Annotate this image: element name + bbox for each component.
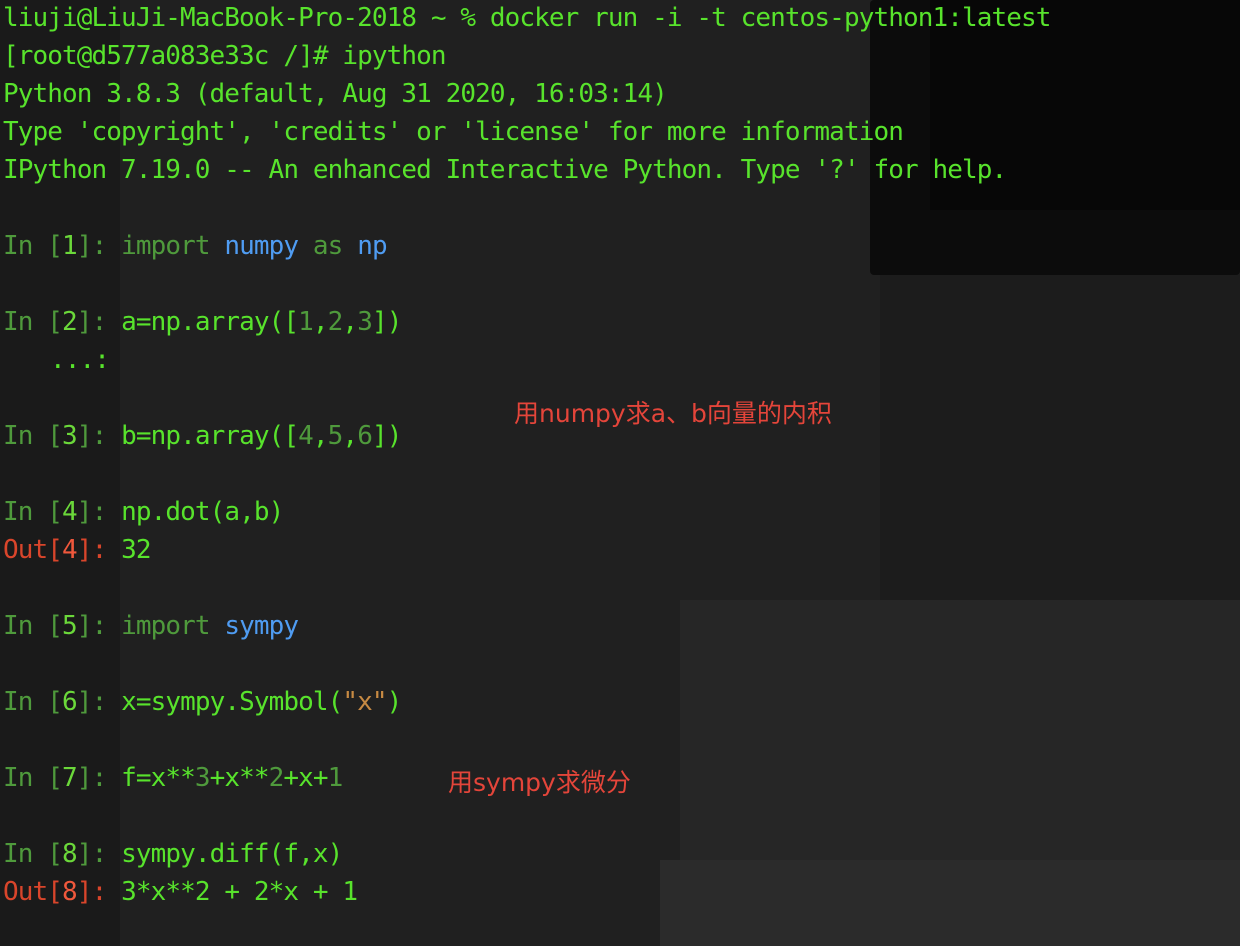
output-value: 3*x**2 + 2*x + 1 bbox=[121, 877, 358, 907]
out-label: Out bbox=[3, 877, 48, 907]
code: +x** bbox=[209, 763, 270, 793]
bracket: [ bbox=[47, 497, 63, 527]
colon: : bbox=[91, 877, 122, 907]
number-literal: 3 bbox=[194, 763, 211, 793]
module-alias: np bbox=[357, 231, 387, 261]
code: x=sympy.Symbol( bbox=[121, 687, 343, 717]
python-version-line: Python 3.8.3 (default, Aug 31 2020, 16:0… bbox=[3, 79, 668, 109]
code: f=x** bbox=[121, 763, 196, 793]
input-cell-6[interactable]: In [6]: x=sympy.Symbol("x") bbox=[3, 685, 403, 719]
output-cell-8: Out[8]: 3*x**2 + 2*x + 1 bbox=[3, 875, 358, 909]
module-name: sympy bbox=[224, 611, 299, 641]
cell-number: 3 bbox=[62, 421, 78, 451]
terminal-window[interactable]: liuji@LiuJi-MacBook-Pro-2018 ~ % docker … bbox=[0, 0, 1240, 946]
number-literal: 1 bbox=[298, 307, 314, 337]
cell-number: 5 bbox=[62, 611, 78, 641]
bracket: [ bbox=[47, 839, 63, 869]
number-literal: 4 bbox=[298, 421, 314, 451]
number-literal: 2 bbox=[327, 307, 344, 337]
input-cell-3[interactable]: In [3]: b=np.array([4,5,6]) bbox=[3, 419, 402, 453]
output-cell-4: Out[4]: 32 bbox=[3, 533, 151, 567]
code: ]) bbox=[371, 421, 402, 451]
code: sympy.diff(f,x) bbox=[121, 839, 343, 869]
colon: : bbox=[91, 535, 122, 565]
bracket: ] bbox=[76, 763, 93, 793]
colon: : bbox=[91, 611, 122, 641]
input-cell-1[interactable]: In [1]: import numpy as np bbox=[3, 229, 388, 263]
number-literal: 5 bbox=[327, 421, 344, 451]
cell-number: 8 bbox=[62, 877, 78, 907]
module-name: numpy bbox=[224, 231, 299, 261]
root-prompt-line: [root@d577a083e33c /]# ipython bbox=[3, 41, 447, 71]
bracket: ] bbox=[76, 687, 93, 717]
input-cell-2[interactable]: In [2]: a=np.array([1,2,3]) bbox=[3, 305, 402, 339]
input-cell-5[interactable]: In [5]: import sympy bbox=[3, 609, 299, 643]
code: a=np.array([ bbox=[121, 307, 299, 337]
sympy-annotation: 用sympy求微分 bbox=[448, 768, 631, 797]
colon: : bbox=[91, 763, 122, 793]
number-literal: 1 bbox=[327, 763, 344, 793]
keyword-import: import bbox=[121, 231, 210, 261]
cell-number: 8 bbox=[62, 839, 78, 869]
cell-number: 2 bbox=[62, 307, 78, 337]
input-cell-7[interactable]: In [7]: f=x**3+x**2+x+1 bbox=[3, 761, 344, 795]
in-label: In bbox=[3, 687, 48, 717]
continuation-prompt: ...: bbox=[50, 345, 110, 375]
bracket: [ bbox=[47, 421, 63, 451]
bracket: ] bbox=[76, 231, 93, 261]
colon: : bbox=[91, 497, 122, 527]
input-cell-4[interactable]: In [4]: np.dot(a,b) bbox=[3, 495, 284, 529]
bracket: ] bbox=[76, 877, 93, 907]
bracket: ] bbox=[76, 535, 93, 565]
cell-number: 4 bbox=[62, 497, 78, 527]
in-label: In bbox=[3, 763, 48, 793]
bracket: [ bbox=[47, 535, 63, 565]
bracket: [ bbox=[47, 611, 63, 641]
shell-command-line: liuji@LiuJi-MacBook-Pro-2018 ~ % docker … bbox=[3, 3, 1051, 33]
cell-number: 6 bbox=[62, 687, 78, 717]
in-label: In bbox=[3, 611, 48, 641]
number-literal: 3 bbox=[357, 307, 373, 337]
ipython-banner-line: IPython 7.19.0 -- An enhanced Interactiv… bbox=[3, 155, 1007, 185]
keyword-as: as bbox=[312, 231, 343, 261]
colon: : bbox=[91, 421, 122, 451]
bracket: [ bbox=[47, 763, 63, 793]
in-label: In bbox=[3, 421, 48, 451]
bracket: ] bbox=[76, 497, 93, 527]
code: b=np.array([ bbox=[121, 421, 299, 451]
numpy-annotation: 用numpy求a、b向量的内积 bbox=[514, 399, 832, 428]
code: +x+ bbox=[283, 763, 328, 793]
in-label: In bbox=[3, 231, 48, 261]
colon: : bbox=[91, 231, 122, 261]
code: ) bbox=[386, 687, 403, 717]
bracket: ] bbox=[76, 421, 93, 451]
bracket: ] bbox=[76, 307, 93, 337]
colon: : bbox=[91, 687, 122, 717]
in-label: In bbox=[3, 307, 48, 337]
colon: : bbox=[91, 307, 122, 337]
out-label: Out bbox=[3, 535, 48, 565]
cell-number: 7 bbox=[62, 763, 78, 793]
number-literal: 6 bbox=[357, 421, 373, 451]
bracket: ] bbox=[76, 611, 93, 641]
keyword-import: import bbox=[121, 611, 210, 641]
bracket: [ bbox=[47, 877, 63, 907]
bracket: [ bbox=[47, 231, 63, 261]
in-label: In bbox=[3, 839, 48, 869]
colon: : bbox=[91, 839, 122, 869]
output-value: 32 bbox=[121, 535, 151, 565]
string-literal: "x" bbox=[342, 687, 387, 717]
bracket: ] bbox=[76, 839, 93, 869]
cell-number: 4 bbox=[62, 535, 78, 565]
input-cell-8[interactable]: In [8]: sympy.diff(f,x) bbox=[3, 837, 343, 871]
code: np.dot(a,b) bbox=[121, 497, 284, 527]
cell-number: 1 bbox=[62, 231, 78, 261]
type-hint-line: Type 'copyright', 'credits' or 'license'… bbox=[3, 117, 904, 147]
in-label: In bbox=[3, 497, 48, 527]
number-literal: 2 bbox=[268, 763, 285, 793]
bracket: [ bbox=[47, 687, 63, 717]
code: ]) bbox=[371, 307, 402, 337]
bracket: [ bbox=[47, 307, 63, 337]
